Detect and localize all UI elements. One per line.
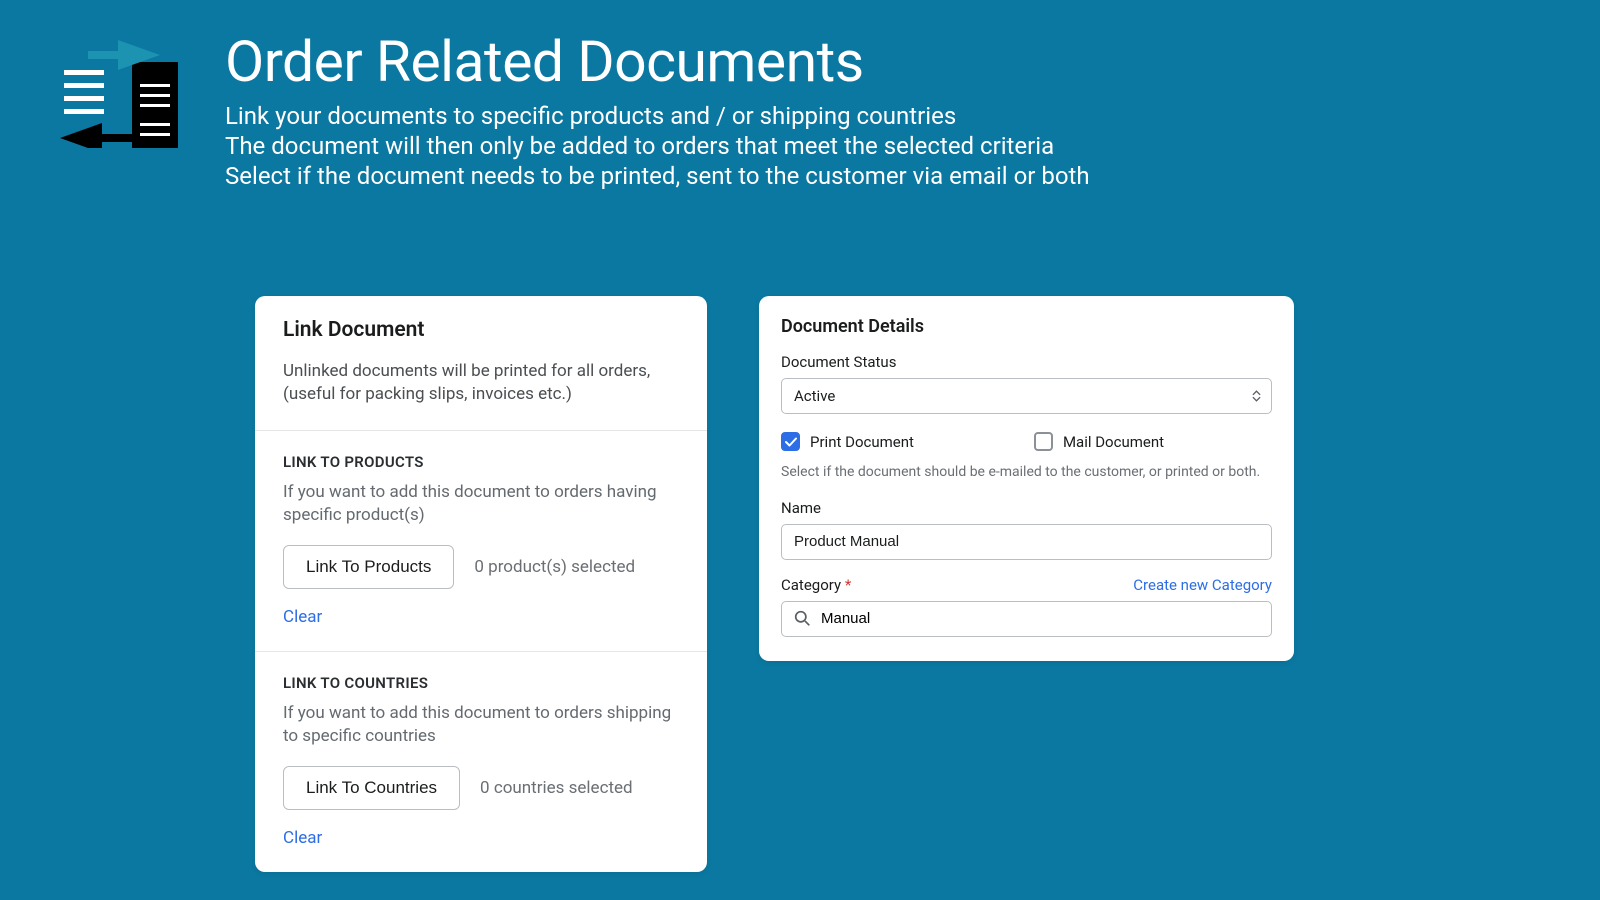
link-to-countries-button[interactable]: Link To Countries [283, 766, 460, 810]
page-title: Order Related Documents [225, 28, 1090, 95]
page-desc-line-3: Select if the document needs to be print… [225, 161, 1090, 191]
mail-document-checkbox[interactable]: Mail Document [1034, 432, 1164, 451]
delivery-help-text: Select if the document should be e-maile… [781, 463, 1272, 483]
link-products-desc: If you want to add this document to orde… [283, 481, 679, 527]
countries-selected-count: 0 countries selected [480, 778, 633, 798]
status-select[interactable]: Active [781, 378, 1272, 414]
status-label: Document Status [781, 353, 1272, 371]
print-label: Print Document [810, 433, 914, 451]
print-document-checkbox[interactable]: Print Document [781, 432, 914, 451]
document-details-card: Document Details Document Status Active … [759, 296, 1294, 661]
select-chevrons-icon [1252, 390, 1261, 402]
required-asterisk: * [845, 576, 851, 594]
category-label: Category [781, 576, 841, 594]
link-to-products-section: LINK TO PRODUCTS If you want to add this… [255, 430, 707, 651]
page-desc-line-1: Link your documents to specific products… [225, 101, 1090, 131]
checkbox-unchecked-icon [1034, 432, 1053, 451]
clear-countries-link[interactable]: Clear [283, 828, 322, 848]
name-input[interactable] [781, 524, 1272, 560]
link-to-countries-section: LINK TO COUNTRIES If you want to add thi… [255, 651, 707, 872]
status-value: Active [794, 387, 835, 405]
link-products-label: LINK TO PRODUCTS [283, 453, 679, 471]
link-document-card: Link Document Unlinked documents will be… [255, 296, 707, 872]
page-header: Order Related Documents Link your docume… [0, 0, 1600, 191]
link-countries-label: LINK TO COUNTRIES [283, 674, 679, 692]
document-transfer-icon [60, 28, 180, 148]
clear-products-link[interactable]: Clear [283, 607, 322, 627]
checkbox-checked-icon [781, 432, 800, 451]
link-to-products-button[interactable]: Link To Products [283, 545, 454, 589]
link-document-desc: Unlinked documents will be printed for a… [283, 360, 679, 406]
category-field[interactable] [781, 601, 1272, 637]
link-countries-desc: If you want to add this document to orde… [283, 702, 679, 748]
products-selected-count: 0 product(s) selected [474, 557, 635, 577]
link-document-title: Link Document [283, 318, 679, 342]
name-label: Name [781, 499, 1272, 517]
create-category-link[interactable]: Create new Category [1133, 576, 1272, 594]
search-icon [794, 610, 811, 627]
mail-label: Mail Document [1063, 433, 1164, 451]
document-details-title: Document Details [781, 316, 1272, 337]
category-input[interactable] [821, 610, 1259, 627]
page-desc-line-2: The document will then only be added to … [225, 131, 1090, 161]
